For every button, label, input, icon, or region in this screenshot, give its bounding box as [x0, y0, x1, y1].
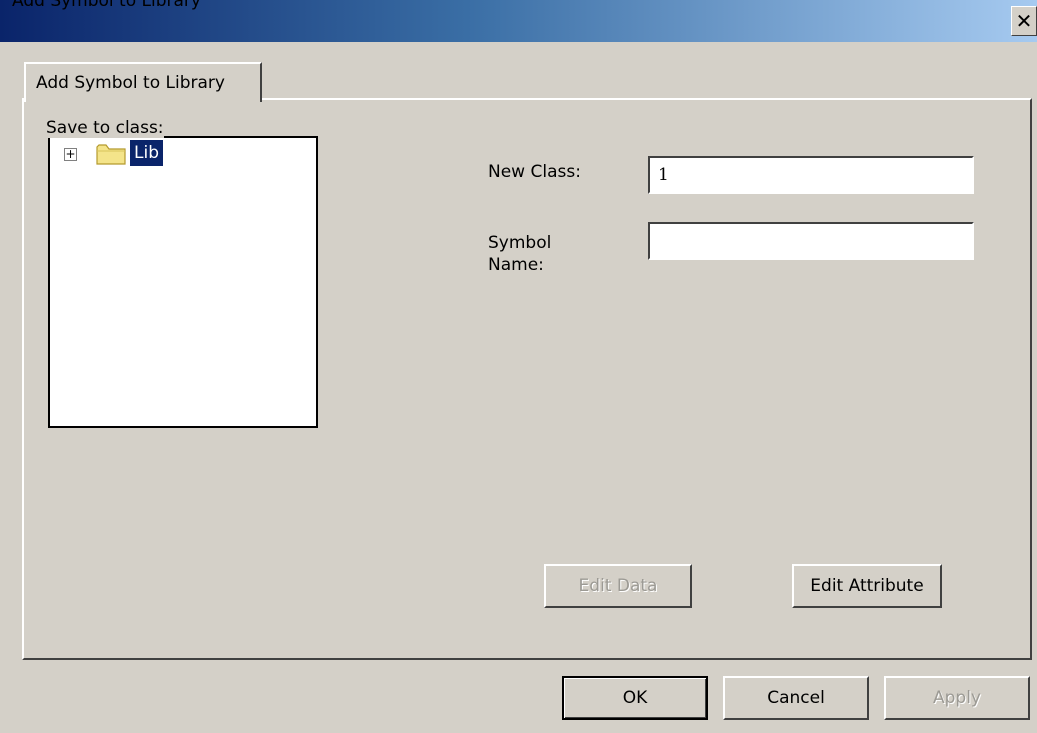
tab-label: Add Symbol to Library: [36, 73, 225, 93]
folder-icon: [96, 144, 126, 165]
new-class-input[interactable]: [648, 156, 974, 194]
apply-button[interactable]: Apply: [884, 676, 1030, 720]
save-to-class-label: Save to class:: [46, 118, 164, 138]
tree-node-lib[interactable]: Lib: [130, 140, 163, 166]
close-icon: ✕: [1015, 9, 1033, 33]
tab-add-symbol-to-library[interactable]: Add Symbol to Library: [24, 62, 262, 102]
window-title: Add Symbol to Library: [12, 0, 201, 11]
edit-attribute-button[interactable]: Edit Attribute: [792, 564, 942, 608]
expand-icon[interactable]: +: [64, 148, 77, 161]
edit-data-button[interactable]: Edit Data: [544, 564, 692, 608]
close-button[interactable]: ✕: [1011, 6, 1037, 36]
cancel-button[interactable]: Cancel: [723, 676, 869, 720]
symbol-name-label: Symbol Name:: [488, 233, 552, 272]
symbol-name-input[interactable]: [648, 222, 974, 260]
ok-button[interactable]: OK: [562, 676, 708, 720]
class-tree[interactable]: + Lib: [48, 136, 318, 428]
new-class-label: New Class:: [488, 162, 581, 182]
title-bar: Add Symbol to Library ✕: [0, 0, 1037, 42]
